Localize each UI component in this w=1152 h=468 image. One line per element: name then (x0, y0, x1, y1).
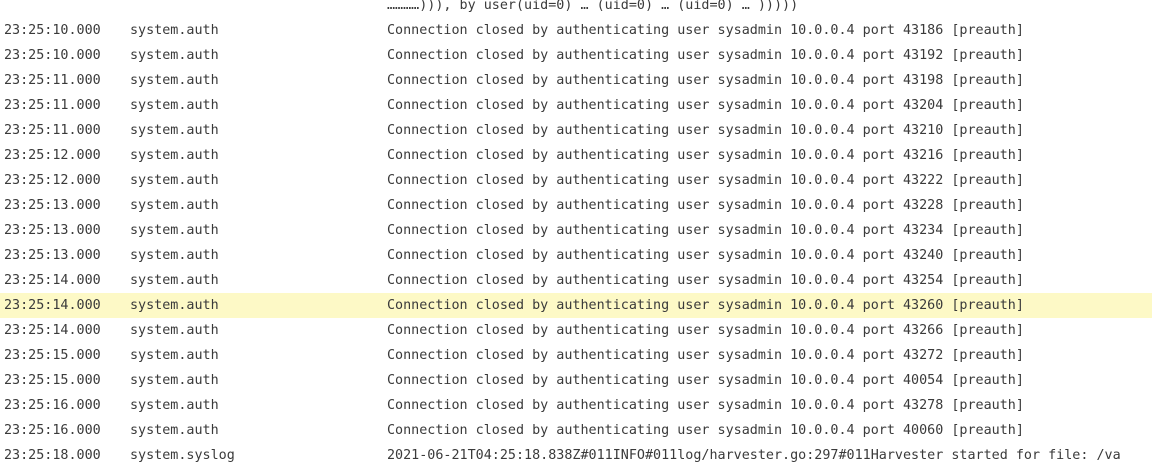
log-source: system.auth (130, 123, 219, 138)
log-timestamp: 23:25:11.000 (4, 98, 101, 113)
log-row[interactable]: 23:25:18.000 system.syslog 2021-06-21T04:2… (0, 443, 1152, 468)
log-source: system.auth (130, 323, 219, 338)
log-message: Connection closed by authenticating user… (387, 98, 1024, 113)
log-row-highlighted[interactable]: 23:25:14.000 system.auth Connection closed… (0, 293, 1152, 318)
log-row[interactable]: 23:25:13.000 system.auth Connection closed… (0, 193, 1152, 218)
log-timestamp: 23:25:15.000 (4, 348, 101, 363)
log-stream: …………))), by user(uid=0) … (uid=0) … (uid… (0, 0, 1152, 468)
log-timestamp: 23:25:11.000 (4, 73, 101, 88)
log-row[interactable]: 23:25:11.000 system.auth Connection closed… (0, 118, 1152, 143)
log-source: system.auth (130, 73, 219, 88)
log-message: …………))), by user(uid=0) … (uid=0) … (uid… (387, 0, 799, 13)
log-timestamp: 23:25:11.000 (4, 123, 101, 138)
log-timestamp: 23:25:10.000 (4, 48, 101, 63)
log-row[interactable]: 23:25:10.000 system.auth Connection closed… (0, 18, 1152, 43)
log-message: Connection closed by authenticating user… (387, 48, 1024, 63)
log-row[interactable]: 23:25:16.000 system.auth Connection closed… (0, 418, 1152, 443)
log-timestamp: 23:25:10.000 (4, 23, 101, 38)
log-message: Connection closed by authenticating user… (387, 148, 1024, 163)
log-row[interactable]: 23:25:13.000 system.auth Connection closed… (0, 218, 1152, 243)
log-row[interactable]: 23:25:16.000 system.auth Connection closed… (0, 393, 1152, 418)
log-timestamp: 23:25:14.000 (4, 323, 101, 338)
log-timestamp: 23:25:14.000 (4, 273, 101, 288)
log-source: system.auth (130, 298, 219, 313)
log-timestamp: 23:25:12.000 (4, 148, 101, 163)
log-source: system.auth (130, 248, 219, 263)
log-message: Connection closed by authenticating user… (387, 373, 1024, 388)
log-row[interactable]: 23:25:11.000 system.auth Connection closed… (0, 93, 1152, 118)
log-timestamp: 23:25:16.000 (4, 423, 101, 438)
log-row[interactable]: 23:25:14.000 system.auth Connection closed… (0, 318, 1152, 343)
log-source: system.auth (130, 423, 219, 438)
log-row[interactable]: …………))), by user(uid=0) … (uid=0) … (uid… (0, 0, 1152, 18)
log-message: Connection closed by authenticating user… (387, 423, 1024, 438)
log-timestamp: 23:25:13.000 (4, 223, 101, 238)
log-message: 2021-06-21T04:25:18.838Z#011INFO#011log/… (387, 448, 1121, 463)
log-message: Connection closed by authenticating user… (387, 198, 1024, 213)
log-timestamp: 23:25:18.000 (4, 448, 101, 463)
log-message: Connection closed by authenticating user… (387, 23, 1024, 38)
log-message: Connection closed by authenticating user… (387, 273, 1024, 288)
log-source: system.syslog (130, 448, 235, 463)
log-timestamp: 23:25:13.000 (4, 198, 101, 213)
log-row[interactable]: 23:25:12.000 system.auth Connection closed… (0, 143, 1152, 168)
log-timestamp: 23:25:15.000 (4, 373, 101, 388)
log-message: Connection closed by authenticating user… (387, 398, 1024, 413)
log-timestamp: 23:25:13.000 (4, 248, 101, 263)
log-row[interactable]: 23:25:15.000 system.auth Connection closed… (0, 343, 1152, 368)
log-source: system.auth (130, 148, 219, 163)
log-row[interactable]: 23:25:14.000 system.auth Connection closed… (0, 268, 1152, 293)
log-source: system.auth (130, 398, 219, 413)
log-message: Connection closed by authenticating user… (387, 123, 1024, 138)
log-source: system.auth (130, 373, 219, 388)
log-message: Connection closed by authenticating user… (387, 323, 1024, 338)
log-message: Connection closed by authenticating user… (387, 173, 1024, 188)
log-row[interactable]: 23:25:15.000 system.auth Connection closed… (0, 368, 1152, 393)
log-row[interactable]: 23:25:12.000 system.auth Connection closed… (0, 168, 1152, 193)
log-message: Connection closed by authenticating user… (387, 73, 1024, 88)
log-message: Connection closed by authenticating user… (387, 298, 1024, 313)
log-timestamp: 23:25:16.000 (4, 398, 101, 413)
log-row[interactable]: 23:25:11.000 system.auth Connection closed… (0, 68, 1152, 93)
log-message: Connection closed by authenticating user… (387, 248, 1024, 263)
log-source: system.auth (130, 173, 219, 188)
log-message: Connection closed by authenticating user… (387, 348, 1024, 363)
log-source: system.auth (130, 98, 219, 113)
log-source: system.auth (130, 223, 219, 238)
log-source: system.auth (130, 23, 219, 38)
log-source: system.auth (130, 48, 219, 63)
log-source: system.auth (130, 273, 219, 288)
log-row[interactable]: 23:25:10.000 system.auth Connection closed… (0, 43, 1152, 68)
log-timestamp: 23:25:14.000 (4, 298, 101, 313)
log-source: system.auth (130, 348, 219, 363)
log-message: Connection closed by authenticating user… (387, 223, 1024, 238)
log-source: system.auth (130, 198, 219, 213)
log-timestamp: 23:25:12.000 (4, 173, 101, 188)
log-row[interactable]: 23:25:13.000 system.auth Connection closed… (0, 243, 1152, 268)
